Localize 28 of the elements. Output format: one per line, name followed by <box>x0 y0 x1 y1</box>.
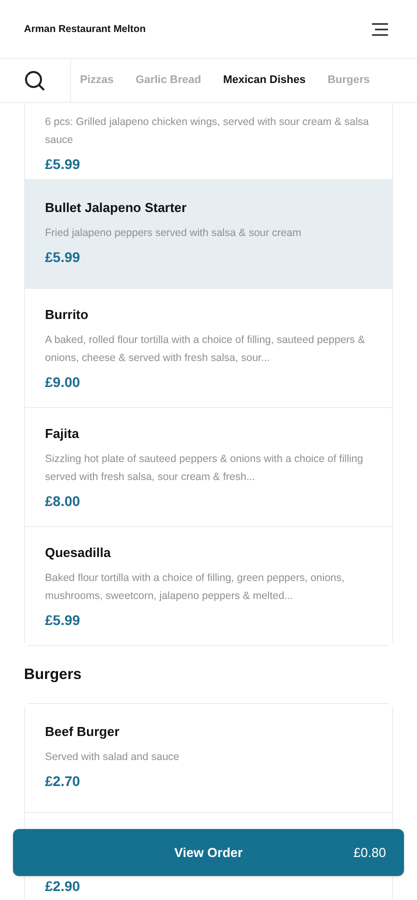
view-order-label: View Order <box>174 844 243 862</box>
item-name: Bullet Jalapeno Starter <box>45 199 188 217</box>
item-name: Beef Burger <box>45 722 120 741</box>
item-price: £5.99 <box>45 248 82 267</box>
item-price: £2.90 <box>45 876 82 896</box>
item-name: Burrito <box>45 306 90 324</box>
order-total: £0.80 <box>353 844 386 862</box>
search-icon[interactable] <box>24 70 46 92</box>
item-name: Fajita <box>45 425 80 443</box>
item-price: £8.00 <box>45 492 82 511</box>
menu-item[interactable]: Quesadilla Baked flour tortilla with a choice of filling, green peppers, onions, mushrooms, sweetcorn, jalapeno peppers & melted... £5.99 <box>25 526 392 645</box>
item-description: Fried jalapeno peppers served with salsa & sour cream <box>45 226 302 241</box>
item-description: Sizzling hot plate of sauteed peppers & onions with a choice of filling served with fresh salsa, sour cream & fresh... <box>45 452 364 485</box>
menu-icon[interactable] <box>371 22 389 36</box>
restaurant-name: Arman Restaurant Melton <box>24 22 146 36</box>
item-price: £5.99 <box>45 611 82 630</box>
item-price: £2.70 <box>45 772 82 790</box>
section-heading: Burgers <box>24 665 83 685</box>
item-description: 6 pcs: Grilled jalapeno chicken wings, served with sour cream & salsa sauce <box>45 115 370 148</box>
view-order-button[interactable]: View Order £0.80 <box>13 829 404 876</box>
item-price: £5.99 <box>45 155 82 174</box>
item-name: Quesadilla <box>45 544 112 562</box>
menu-item[interactable]: Bullet Jalapeno Starter Fried jalapeno peppers served with salsa & sour cream £5.99 <box>25 179 392 288</box>
item-description: Served with salad and sauce <box>45 750 180 764</box>
category-tab[interactable]: Mexican Dishes <box>223 72 306 89</box>
item-description: Baked flour tortilla with a choice of filling, green peppers, onions, mushrooms, sweetcorn, jalapeno peppers & melted... <box>45 571 346 604</box>
item-description: A baked, rolled flour tortilla with a choice of filling, sauteed peppers & onions, cheese & served with fresh salsa, sour... <box>45 333 366 366</box>
item-price: £9.00 <box>45 373 82 392</box>
